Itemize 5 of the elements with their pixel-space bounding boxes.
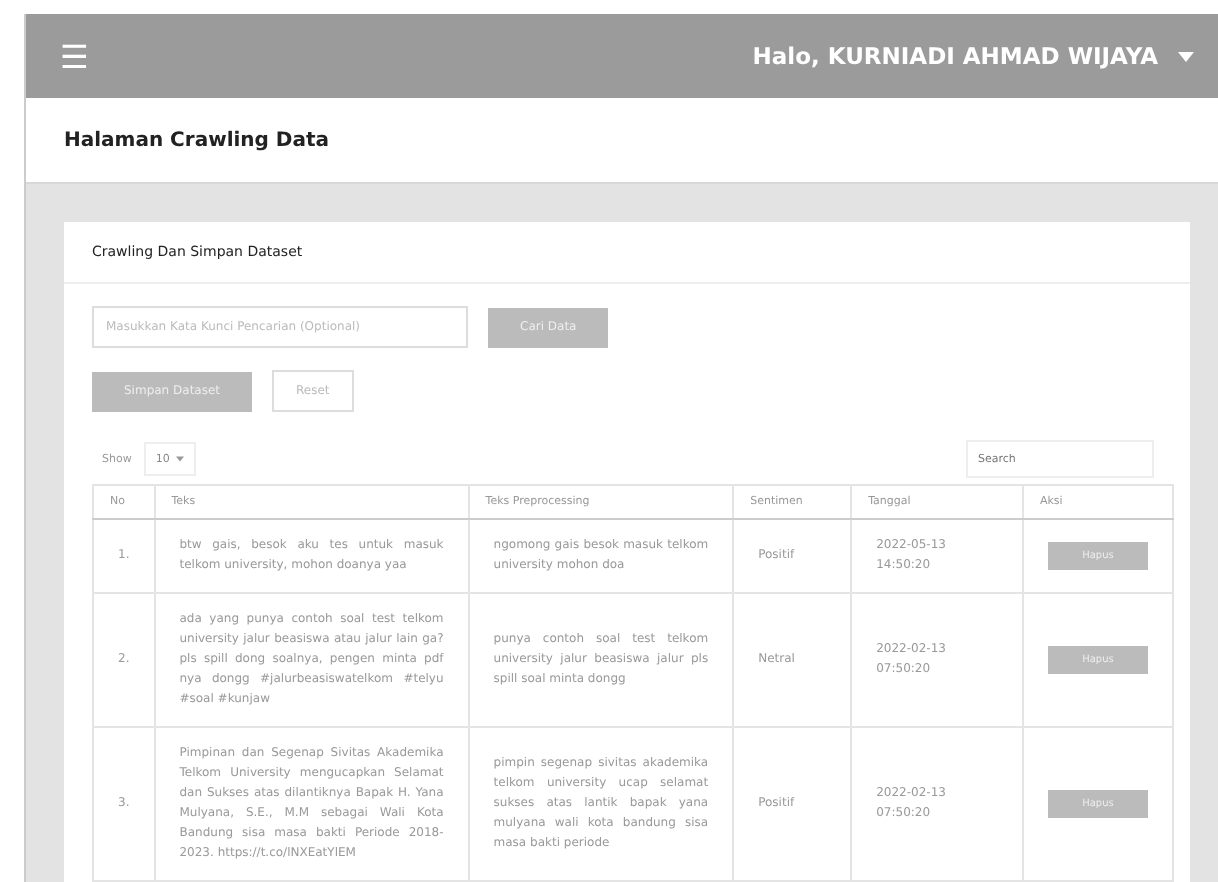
menu-button[interactable]: ☰ — [60, 37, 89, 75]
caret-icon — [175, 456, 184, 462]
caret-icon — [1178, 51, 1194, 61]
user-menu[interactable]: Halo, KURNIADI AHMAD WIJAYA — [752, 42, 1194, 70]
page-title: Halaman Crawling Data — [64, 129, 330, 151]
